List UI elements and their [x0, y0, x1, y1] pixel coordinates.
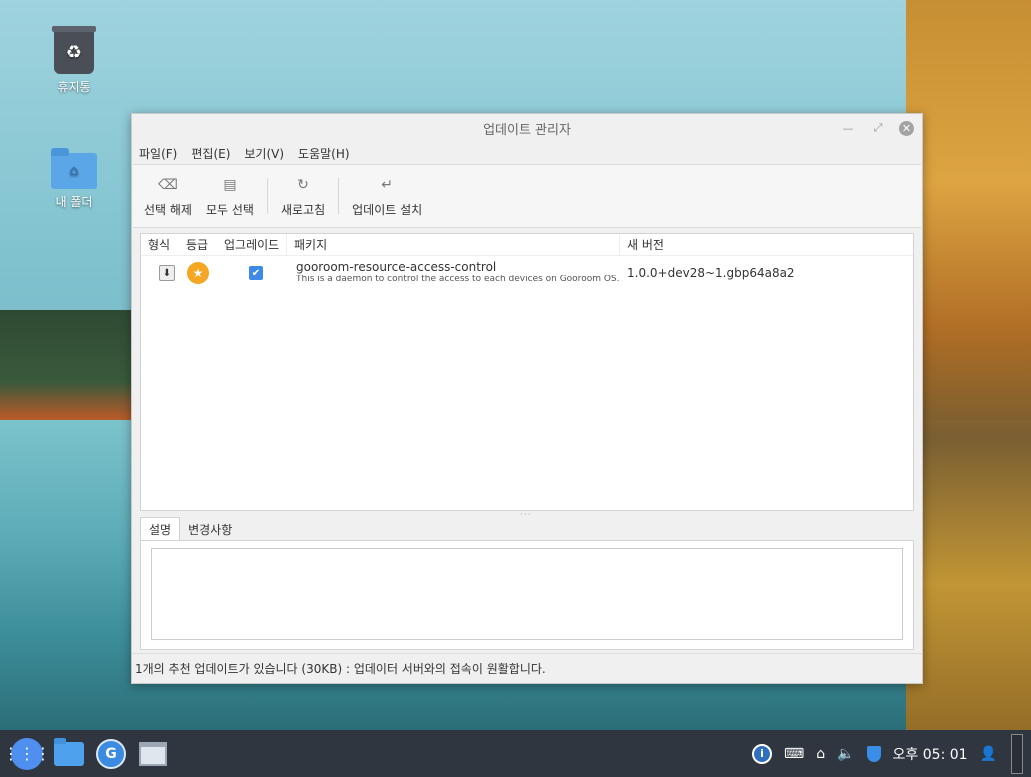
- minimize-button[interactable]: —: [839, 119, 857, 137]
- select-all-button[interactable]: ▤ 모두 선택: [199, 170, 261, 222]
- toolbar: ⌫ 선택 해제 ▤ 모두 선택 ↻ 새로고침 ↵ 업데이트 설치: [133, 164, 921, 228]
- menubar: 파일(F) 편집(E) 보기(V) 도움말(H): [132, 142, 922, 164]
- wallpaper-trees-left: [0, 310, 135, 430]
- system-tray: i ⌨ ⌂ 🔈 오후 05: 01 👤: [752, 730, 1023, 777]
- column-type[interactable]: 형식: [141, 234, 179, 255]
- tab-changes[interactable]: 변경사항: [180, 517, 240, 541]
- keyboard-icon[interactable]: ⌨: [784, 746, 804, 762]
- upgrade-checkbox[interactable]: ✔: [249, 266, 263, 280]
- update-manager-task[interactable]: [137, 738, 169, 770]
- package-name: gooroom-resource-access-control: [296, 260, 497, 275]
- volume-icon[interactable]: 🔈: [837, 746, 854, 762]
- clear-selection-button[interactable]: ⌫ 선택 해제: [137, 170, 199, 222]
- maximize-button[interactable]: ⤢: [869, 119, 887, 137]
- package-row[interactable]: ⬇ ★ ✔ gooroom-resource-access-control Th…: [141, 256, 913, 290]
- package-new-version: 1.0.0+dev28~1.gbp64a8a2: [627, 266, 795, 280]
- file-manager-icon: [54, 737, 84, 766]
- star-icon: ★: [187, 262, 209, 284]
- user-icon[interactable]: 👤: [980, 746, 997, 762]
- description-panel: [140, 540, 914, 650]
- show-desktop-button[interactable]: [1011, 733, 1023, 774]
- toolbar-separator: [266, 178, 268, 214]
- file-manager-launcher[interactable]: [53, 737, 85, 770]
- info-icon[interactable]: i: [752, 743, 772, 764]
- pane-splitter[interactable]: ···: [520, 510, 532, 520]
- taskbar: ⋮⋮⋮ G i ⌨ ⌂ 🔈 오후 05: 01 👤: [0, 730, 1031, 777]
- package-description: This is a daemon to control the access t…: [296, 274, 620, 284]
- toolbar-separator: [338, 178, 340, 214]
- tab-description[interactable]: 설명: [140, 517, 181, 541]
- download-icon: ⬇: [159, 265, 175, 281]
- desktop-icon-label: 휴지통: [57, 80, 91, 94]
- close-button[interactable]: ✕: [899, 120, 914, 136]
- column-new-version[interactable]: 새 버전: [620, 234, 913, 255]
- desktop-icon-home[interactable]: ⌂ 내 폴더: [34, 148, 114, 210]
- column-package[interactable]: 패키지: [287, 234, 620, 255]
- network-icon[interactable]: ⌂: [816, 746, 825, 762]
- list-icon: ▤: [223, 176, 237, 193]
- column-level[interactable]: 등급: [179, 234, 217, 255]
- detail-tabs: 설명 변경사항: [140, 517, 240, 541]
- window-icon: [139, 741, 167, 766]
- clock[interactable]: 오후 05: 01: [893, 744, 968, 764]
- trash-icon: ♻: [52, 26, 96, 74]
- status-text: 1개의 추천 업데이트가 있습니다 (30KB) : 업데이터 서버와의 접속이…: [135, 662, 546, 676]
- shield-icon[interactable]: [866, 745, 881, 762]
- statusbar: 1개의 추천 업데이트가 있습니다 (30KB) : 업데이터 서버와의 접속이…: [132, 653, 922, 683]
- desktop-icon-label: 내 폴더: [55, 195, 93, 209]
- titlebar[interactable]: 업데이트 관리자 — ⤢ ✕: [132, 114, 922, 142]
- home-folder-icon: ⌂: [51, 148, 97, 189]
- menu-edit[interactable]: 편집(E): [191, 145, 230, 162]
- window-title: 업데이트 관리자: [483, 122, 571, 138]
- update-manager-window: 업데이트 관리자 — ⤢ ✕ 파일(F) 편집(E) 보기(V) 도움말(H) …: [131, 113, 923, 684]
- install-icon: ↵: [381, 176, 394, 193]
- menu-file[interactable]: 파일(F): [139, 145, 177, 162]
- refresh-button[interactable]: ↻ 새로고침: [274, 170, 332, 222]
- refresh-icon: ↻: [297, 176, 309, 193]
- clear-icon: ⌫: [158, 176, 178, 193]
- package-list-header: 형식 등급 업그레이드 패키지 새 버전: [141, 234, 913, 256]
- app-menu-icon[interactable]: ⋮⋮⋮: [3, 737, 51, 770]
- menu-view[interactable]: 보기(V): [244, 145, 284, 162]
- install-updates-button[interactable]: ↵ 업데이트 설치: [345, 170, 429, 222]
- package-list: 형식 등급 업그레이드 패키지 새 버전 ⬇ ★ ✔ gooroom-resou…: [140, 233, 914, 511]
- browser-launcher[interactable]: G: [95, 738, 127, 770]
- menu-help[interactable]: 도움말(H): [298, 145, 350, 162]
- column-upgrade[interactable]: 업그레이드: [217, 234, 287, 255]
- browser-icon: G: [96, 738, 126, 769]
- description-textview[interactable]: [151, 548, 903, 640]
- wallpaper-trees-right: [906, 0, 1031, 730]
- desktop-icon-trash[interactable]: ♻ 휴지통: [34, 26, 114, 95]
